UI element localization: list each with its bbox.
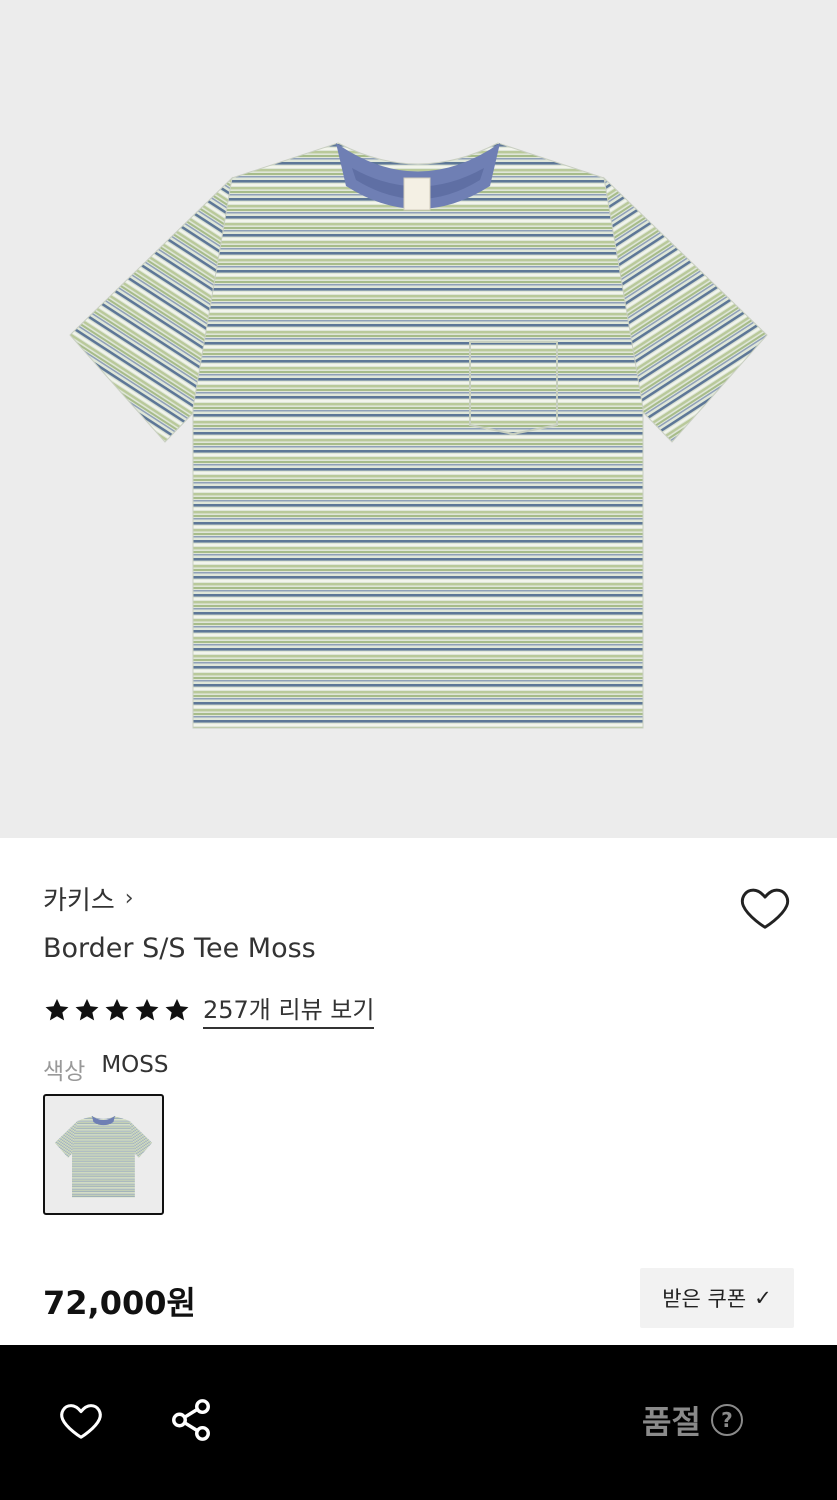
star-icon [135,998,159,1020]
color-swatch-moss[interactable] [43,1094,164,1215]
soldout-label: 품절 [642,1403,701,1441]
rating-row: 257개 리뷰 보기 [43,990,375,1029]
bottom-wishlist-button[interactable] [58,1397,104,1443]
color-value: MOSS [101,1052,169,1078]
swatch-thumbnail [54,1115,153,1198]
review-link[interactable]: 257개 리뷰 보기 [203,990,375,1029]
color-label: 색상 [43,1059,86,1085]
star-icon [105,998,129,1020]
soldout-status: 품절 ? [642,1397,743,1443]
coupon-label: 받은 쿠폰 [662,1287,747,1311]
star-icon [45,998,69,1020]
wishlist-button[interactable] [738,880,792,934]
price: 72,000원 [43,1284,196,1322]
brand-link[interactable]: 카키스 › [43,880,134,917]
share-button[interactable] [168,1397,214,1443]
color-row: 색상 MOSS [43,1052,168,1086]
bottom-action-bar: 품절 ? [0,1345,837,1500]
star-icon [165,998,189,1020]
star-icon [75,998,99,1020]
product-title: Border S/S Tee Moss [43,933,316,964]
brand-name: 카키스 [43,886,115,916]
tshirt-illustration [69,142,768,729]
chevron-right-icon: › [124,886,134,911]
check-icon: ✓ [754,1286,772,1310]
product-image[interactable] [0,0,837,838]
heart-outline-icon [740,888,790,929]
coupon-button[interactable]: 받은 쿠폰 ✓ [640,1268,794,1328]
heart-outline-icon [60,1404,102,1439]
star-rating [43,996,191,1024]
share-icon [172,1399,210,1441]
help-icon[interactable]: ? [710,1404,743,1436]
